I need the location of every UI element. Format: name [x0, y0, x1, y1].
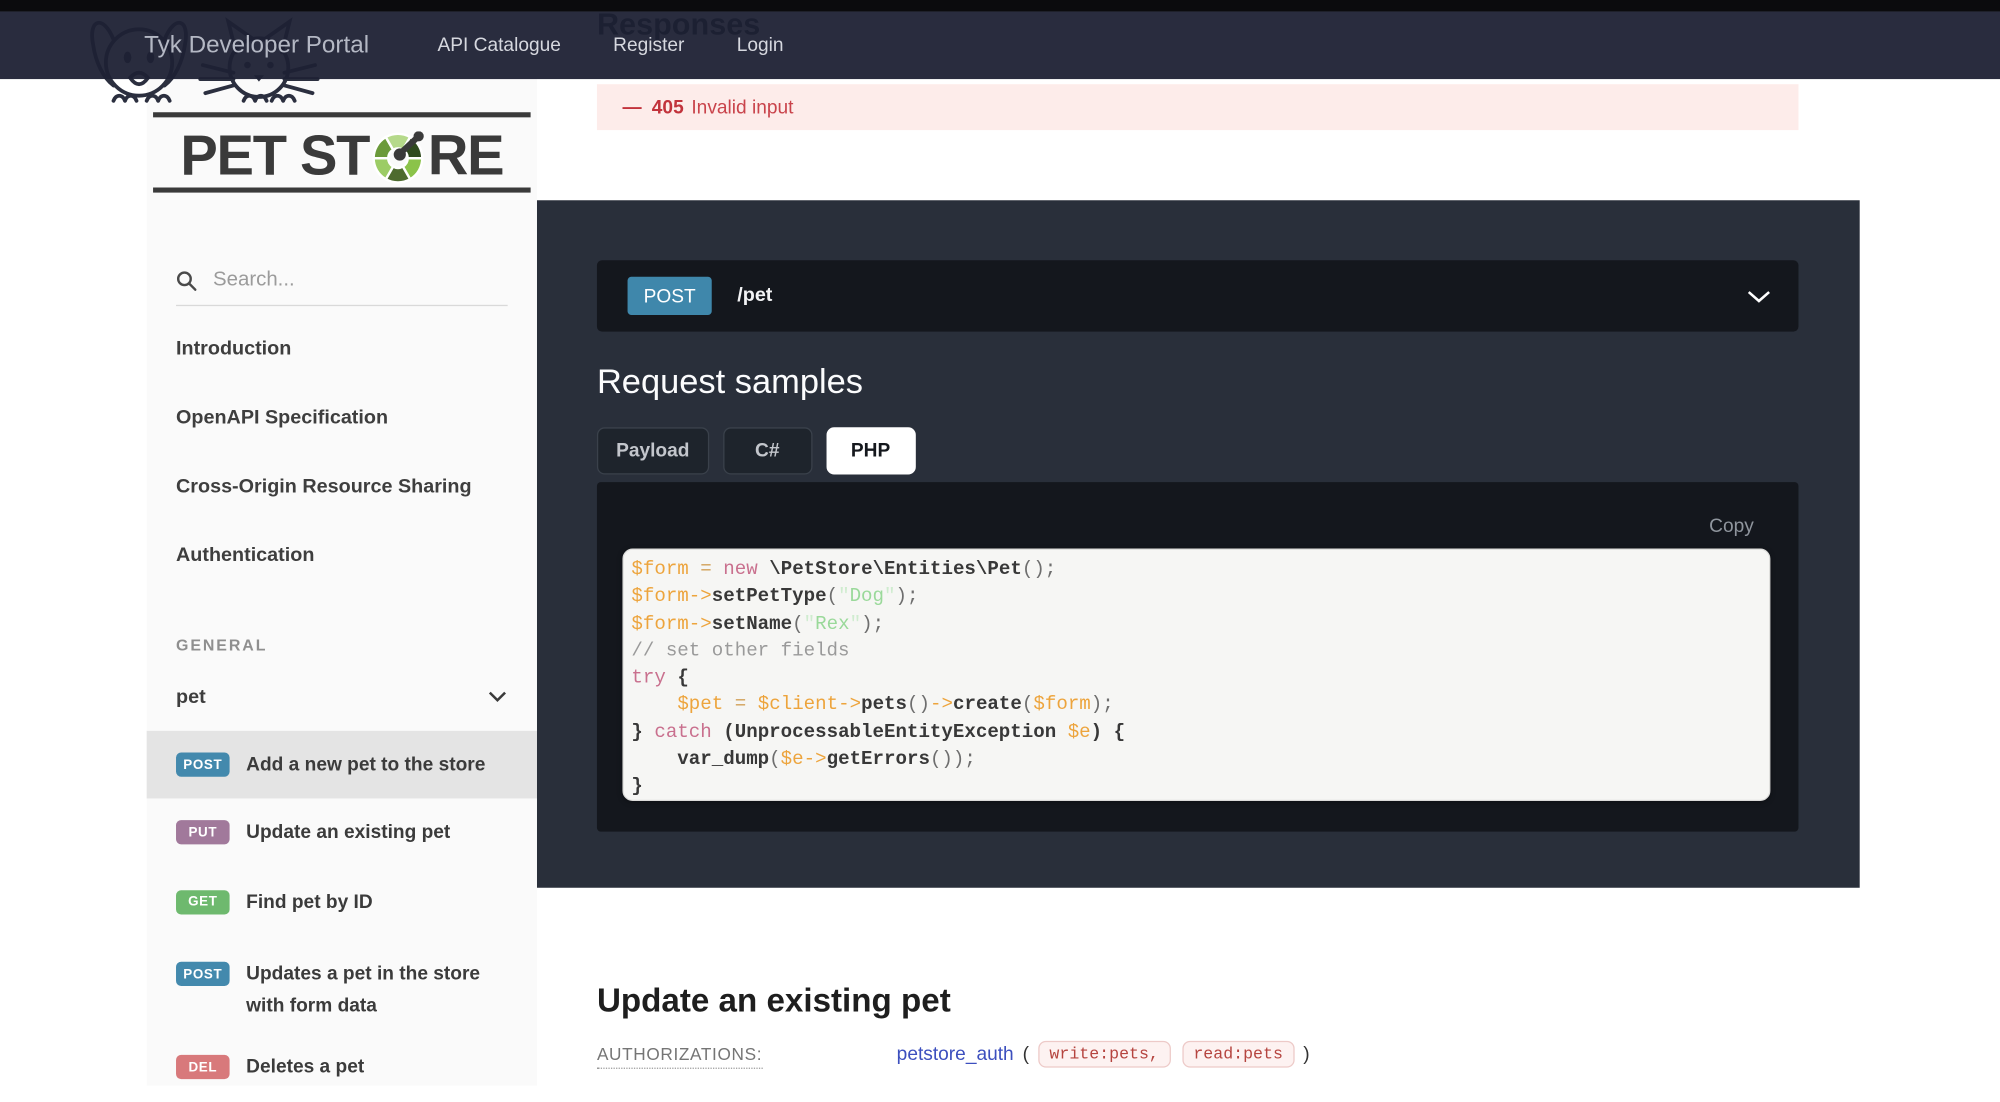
endpoint-bar[interactable]: POST /pet: [597, 260, 1799, 331]
petstore-logo: PET ST RE: [147, 125, 537, 189]
page: Responses PET ST RE: [0, 0, 2000, 1085]
error-code: 405: [652, 96, 684, 118]
logo-text-left: PET ST: [180, 125, 369, 189]
sidebar-item-introduction[interactable]: Introduction: [147, 315, 537, 384]
code-line: try {: [631, 665, 1769, 692]
endpoint-method-chip: POST: [628, 277, 712, 315]
authorizations-row: AUTHORIZATIONS: petstore_auth ( write:pe…: [597, 1041, 1860, 1074]
code-line: $form = new \PetStore\Entities\Pet();: [631, 556, 1769, 583]
sidebar-nav: IntroductionOpenAPI SpecificationCross-O…: [147, 315, 537, 591]
code-line: var_dump($e->getErrors());: [631, 746, 1769, 773]
method-badge-post: POST: [176, 962, 230, 986]
endpoint-row-deletes-a-pet[interactable]: DEL Deletes a pet: [147, 1032, 537, 1102]
green-wheel-icon: [372, 131, 426, 185]
sidebar-item-cross-origin-resource-sharing[interactable]: Cross-Origin Resource Sharing: [147, 453, 537, 522]
code-area: Copy $form = new \PetStore\Entities\Pet(…: [597, 482, 1799, 831]
navbar: Tyk Developer Portal API Catalogue Regist…: [0, 11, 2000, 79]
search-input[interactable]: [210, 268, 470, 294]
error-dash: —: [622, 96, 641, 118]
method-badge-del: DEL: [176, 1055, 230, 1079]
sidebar-item-authentication[interactable]: Authentication: [147, 522, 537, 591]
search: [176, 256, 508, 306]
sidebar: PET ST RE: [147, 11, 537, 1085]
sidebar-group-label: pet: [176, 686, 206, 709]
code-line: $form->setPetType("Dog");: [631, 583, 1769, 610]
navbar-link-login[interactable]: Login: [737, 34, 784, 56]
endpoint-row-find-pet-by-id[interactable]: GET Find pet by ID: [147, 866, 537, 937]
code-line: $pet = $client->pets()->create($form);: [631, 692, 1769, 719]
logo-line-bottom: [153, 188, 531, 193]
navbar-link-register[interactable]: Register: [613, 34, 684, 56]
search-icon: [176, 270, 198, 292]
endpoint-path: /pet: [737, 284, 772, 307]
chevron-down-icon: [489, 691, 507, 702]
code-line: $form->setName("Rex");: [631, 610, 1769, 637]
copy-button[interactable]: Copy: [1709, 515, 1754, 537]
tab-c[interactable]: C#: [723, 427, 812, 474]
error-message: Invalid input: [691, 96, 793, 118]
paren-close: ): [1303, 1043, 1309, 1065]
logo-text-right: RE: [428, 125, 503, 189]
sidebar-endpoints: POST Add a new pet to the store PUT Update …: [147, 731, 537, 1102]
sidebar-section-general: GENERAL: [176, 636, 267, 654]
method-badge-post: POST: [176, 753, 230, 777]
content-panel: POST /pet Request samples Payload C# PHP C…: [537, 200, 1860, 888]
method-badge-put: PUT: [176, 820, 230, 844]
auth-scopes: write:pets, read:pets: [1038, 1041, 1294, 1068]
request-samples-title: Request samples: [597, 362, 863, 402]
code-line: } catch (UnprocessableEntityException $e…: [631, 719, 1769, 746]
auth-scope-badge-read-pets: read:pets: [1182, 1041, 1295, 1068]
error-response-banner: — 405 Invalid input: [597, 84, 1799, 130]
navbar-links: API Catalogue Register Login: [438, 11, 784, 79]
logo-line-top: [153, 112, 531, 117]
sidebar-group-pet[interactable]: pet: [147, 677, 537, 718]
endpoint-label: Updates a pet in the store with form dat…: [246, 958, 516, 1022]
navbar-brand[interactable]: Tyk Developer Portal: [144, 11, 369, 79]
navbar-link-api-catalogue[interactable]: API Catalogue: [438, 34, 561, 56]
endpoint-label: Find pet by ID: [246, 886, 372, 918]
code-line: // set other fields: [631, 638, 1769, 665]
endpoint-row-updates-a-pet-in-the-store-with-form-data[interactable]: POST Updates a pet in the store with form…: [147, 938, 537, 1032]
method-badge-get: GET: [176, 890, 230, 914]
auth-link[interactable]: petstore_auth: [897, 1043, 1014, 1065]
tab-payload[interactable]: Payload: [597, 427, 709, 474]
endpoint-label: Deletes a pet: [246, 1051, 364, 1083]
endpoint-label: Add a new pet to the store: [246, 749, 485, 781]
authorizations-value: petstore_auth ( write:pets, read:pets ): [897, 1041, 1310, 1068]
auth-scope-badge-write-pets: write:pets,: [1038, 1041, 1170, 1068]
operation-title: Update an existing pet: [597, 981, 951, 1021]
endpoint-row-add-a-new-pet-to-the-store[interactable]: POST Add a new pet to the store: [147, 731, 537, 799]
window-top-strip: [0, 0, 2000, 11]
endpoint-label: Update an existing pet: [246, 816, 450, 848]
tab-php[interactable]: PHP: [826, 427, 915, 474]
chevron-down-icon: [1747, 291, 1770, 304]
code-block: $form = new \PetStore\Entities\Pet();$fo…: [622, 548, 1770, 801]
endpoint-row-update-an-existing-pet[interactable]: PUT Update an existing pet: [147, 798, 537, 866]
sample-tabs: Payload C# PHP: [597, 427, 915, 474]
paren-open: (: [1023, 1043, 1029, 1065]
sidebar-item-openapi-specification[interactable]: OpenAPI Specification: [147, 384, 537, 453]
code-line: }: [631, 773, 1769, 800]
authorizations-label: AUTHORIZATIONS:: [597, 1045, 762, 1069]
